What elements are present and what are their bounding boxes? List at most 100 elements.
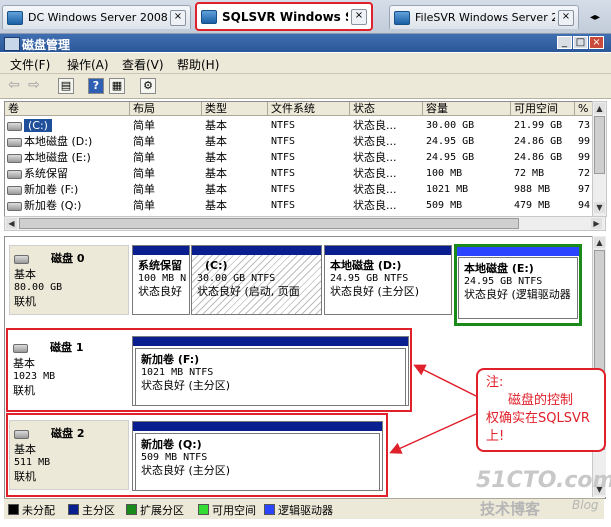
annotation-note: 注: 磁盘的控制 权确实在SQLSVR 上!: [476, 368, 606, 452]
note-line: 磁盘的控制: [508, 393, 574, 408]
close-button[interactable]: ×: [589, 36, 604, 49]
scroll-thumb[interactable]: [19, 218, 519, 229]
maximize-button[interactable]: □: [573, 36, 588, 49]
partition-d[interactable]: 本地磁盘 (D:) 24.95 GB NTFS 状态良好 (主分区): [324, 245, 452, 315]
cell-fs: NTFS: [271, 200, 296, 211]
volume-list-hscroll[interactable]: ◀ ▶: [4, 216, 606, 231]
toolbar: ⇦ ⇨ ▤ ? ▦ ⚙: [0, 74, 611, 99]
note-line: 上!: [486, 429, 505, 444]
tab-title: SQLSVR Windows Server ...: [222, 9, 348, 24]
back-arrow-icon[interactable]: ⇦: [6, 78, 22, 94]
volume-icon: [7, 185, 22, 195]
disk-map-vscroll[interactable]: ▲ ▼: [592, 236, 606, 497]
disk-icon: [14, 254, 29, 264]
cell-capacity: 30.00 GB: [426, 120, 475, 131]
col-header-status[interactable]: 状态: [350, 102, 423, 116]
cell-free: 479 MB: [514, 200, 551, 211]
scroll-right-icon[interactable]: ▶: [591, 218, 602, 229]
close-icon[interactable]: ×: [170, 9, 186, 26]
col-header-filesystem[interactable]: 文件系统: [268, 102, 350, 116]
partition-e[interactable]: 本地磁盘 (E:) 24.95 GB NTFS 状态良好 (逻辑驱动器: [454, 244, 582, 326]
cell-capacity: 509 MB: [426, 200, 463, 211]
menu-action[interactable]: 操作(A): [67, 56, 109, 73]
forward-arrow-icon[interactable]: ⇨: [26, 78, 42, 94]
col-header-percent[interactable]: %: [575, 102, 592, 116]
volume-name: 新加卷 (Q:): [24, 199, 82, 212]
partition-system-reserved[interactable]: 系统保留 100 MB N 状态良好: [132, 245, 190, 315]
swatch: [264, 504, 275, 515]
swatch: [68, 504, 79, 515]
scroll-thumb[interactable]: [594, 116, 605, 174]
cell-name[interactable]: 本地磁盘 (E:): [7, 150, 130, 166]
cell-capacity: 1021 MB: [426, 184, 469, 195]
tab-scroll-arrows[interactable]: ◂▸: [586, 10, 604, 26]
volume-name: 系统保留: [24, 167, 68, 180]
swatch: [126, 504, 137, 515]
legend-unallocated: 未分配: [8, 502, 55, 518]
tab-filesvr[interactable]: FileSVR Windows Server 200... ×: [389, 5, 579, 29]
legend-primary: 主分区: [68, 502, 115, 518]
cell-name[interactable]: (C:): [7, 118, 130, 134]
scroll-down-icon[interactable]: ▼: [594, 202, 605, 213]
close-icon[interactable]: ×: [351, 8, 367, 25]
highlight-disk-1: [6, 328, 412, 412]
cell-name[interactable]: 系统保留: [7, 166, 130, 182]
primary-partition-bar: [325, 246, 451, 255]
cell-name[interactable]: 新加卷 (F:): [7, 182, 130, 198]
cell-pct: 97: [578, 184, 591, 195]
cell-name[interactable]: 本地磁盘 (D:): [7, 134, 130, 150]
cell-free: 24.86 GB: [514, 136, 563, 147]
tab-sqlsvr[interactable]: SQLSVR Windows Server ... ×: [195, 2, 373, 31]
cell-name[interactable]: 新加卷 (Q:): [7, 198, 130, 214]
cell-layout: 简单: [133, 199, 155, 212]
refresh-icon[interactable]: ⚙: [140, 78, 156, 94]
properties-icon[interactable]: ▦: [109, 78, 125, 94]
volume-list-vscroll[interactable]: ▲ ▼: [592, 101, 607, 217]
partition-size: 24.95 GB NTFS: [464, 276, 543, 287]
cell-type: 基本: [205, 167, 227, 180]
vm-icon: [201, 9, 217, 24]
cell-layout: 简单: [133, 135, 155, 148]
legend-free-space: 可用空间: [198, 502, 256, 518]
primary-partition-bar: [192, 246, 321, 255]
menu-view[interactable]: 查看(V): [122, 56, 164, 73]
legend-label: 扩展分区: [140, 504, 184, 517]
menu-file[interactable]: 文件(F): [10, 56, 50, 73]
primary-partition-bar: [133, 246, 189, 255]
legend-label: 逻辑驱动器: [278, 504, 333, 517]
tab-dc[interactable]: DC Windows Server 2008 R2 ... ×: [2, 5, 191, 29]
cell-status: 状态良...: [353, 119, 397, 132]
partition-size: 100 MB N: [138, 273, 187, 284]
cell-layout: 简单: [133, 119, 155, 132]
scroll-left-icon[interactable]: ◀: [6, 218, 17, 229]
cell-pct: 99: [578, 136, 591, 147]
close-icon[interactable]: ×: [558, 9, 574, 26]
partition-c[interactable]: (C:) 30.00 GB NTFS 状态良好 (启动, 页面: [191, 245, 322, 315]
disk-management-icon: [4, 37, 20, 51]
volume-icon: [7, 121, 22, 131]
col-header-layout[interactable]: 布局: [130, 102, 202, 116]
minimize-button[interactable]: _: [557, 36, 572, 49]
col-header-type[interactable]: 类型: [202, 102, 268, 116]
partition-name: (C:): [205, 259, 228, 272]
cell-status: 状态良...: [353, 167, 397, 180]
cell-type: 基本: [205, 135, 227, 148]
volume-name: 本地磁盘 (E:): [24, 151, 91, 164]
watermark-slogan: 技术博客: [480, 500, 541, 518]
menu-help[interactable]: 帮助(H): [177, 56, 219, 73]
console-tree-icon[interactable]: ▤: [58, 78, 74, 94]
col-header-free[interactable]: 可用空间: [511, 102, 575, 116]
cell-pct: 99: [578, 152, 591, 163]
help-icon[interactable]: ?: [88, 78, 104, 94]
disk-0-label[interactable]: 磁盘 0 基本 80.00 GB 联机: [9, 245, 129, 315]
col-header-volume[interactable]: 卷: [5, 102, 130, 116]
cell-fs: NTFS: [271, 152, 296, 163]
scroll-up-icon[interactable]: ▲: [594, 237, 605, 248]
cell-free: 72 MB: [514, 168, 545, 179]
legend-extended: 扩展分区: [126, 502, 184, 518]
volume-list: 卷 布局 类型 文件系统 状态 容量 可用空间 % (C:) 简单 基本 NTFS 状态…: [4, 101, 593, 217]
swatch: [8, 504, 19, 515]
scroll-up-icon[interactable]: ▲: [594, 103, 605, 114]
highlight-disk-2: [6, 413, 388, 497]
col-header-capacity[interactable]: 容量: [423, 102, 511, 116]
